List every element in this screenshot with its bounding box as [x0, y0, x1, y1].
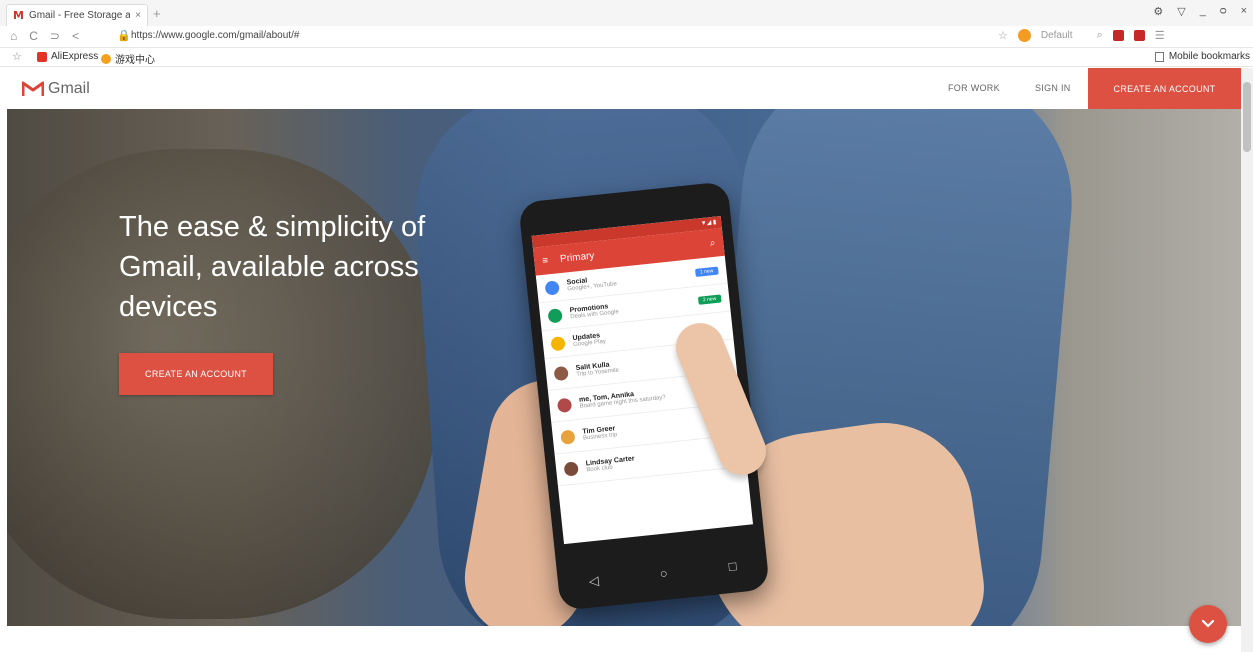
phone-row-avatar-icon	[550, 335, 566, 351]
bookmarks-bar: ☆ AliExpress 游戏中心 Mobile bookmarks	[0, 48, 1253, 67]
search-icon[interactable]: ⌕	[1097, 29, 1103, 42]
chevron-down-icon	[1201, 619, 1215, 628]
browser-tab[interactable]: M Gmail - Free Storage an ×	[6, 4, 148, 26]
extensions: ⌕ ☰	[1097, 29, 1165, 42]
aliexpress-icon	[37, 51, 47, 62]
close-window-button[interactable]: ×	[1241, 5, 1247, 18]
phone-recent-icon: □	[727, 558, 738, 575]
phone-search-icon: ⌕	[709, 237, 716, 249]
home-icon[interactable]: ⌂	[10, 29, 17, 43]
extension-red-icon[interactable]	[1112, 30, 1124, 41]
shield-icon[interactable]: ▽	[1177, 5, 1185, 18]
phone-row-avatar-icon	[544, 279, 560, 296]
gmail-header: Gmail FOR WORK SIGN IN CREATE AN ACCOUNT	[0, 68, 1241, 109]
bookmark-star-icon[interactable]: ☆	[998, 29, 1008, 42]
mobile-bookmarks[interactable]: Mobile bookmarks	[1154, 51, 1250, 62]
gmail-m-icon	[22, 81, 44, 96]
phone-row-text: Promotions Deals with Google	[569, 295, 690, 320]
hamburger-icon: ≡	[541, 254, 549, 267]
bookmark-game-center[interactable]: 游戏中心	[101, 51, 155, 66]
gmail-logo-text: Gmail	[48, 80, 90, 97]
hero-section: ▼◢ ▮ ≡ Primary ⌕ Social Google+, YouTube 1…	[7, 109, 1241, 626]
bookmarks-star-icon[interactable]: ☆	[12, 50, 22, 63]
extension-red-icon-2[interactable]	[1133, 30, 1145, 41]
bookmark-label: 游戏中心	[115, 55, 155, 66]
restore-button[interactable]: ᴑ	[1220, 5, 1227, 18]
hero-title: The ease & simplicity of Gmail, availabl…	[119, 211, 426, 323]
sign-in-link[interactable]: SIGN IN	[1035, 83, 1071, 93]
mobile-bookmarks-label: Mobile bookmarks	[1168, 51, 1250, 62]
lock-icon: 🔒	[117, 30, 131, 42]
new-tab-button[interactable]: +	[153, 6, 161, 21]
game-center-icon	[101, 53, 111, 64]
folder-icon	[1154, 51, 1164, 62]
bookmark-label: AliExpress	[51, 51, 99, 62]
search-engine-dot-icon[interactable]	[1017, 29, 1031, 42]
phone-row-avatar-icon	[556, 397, 573, 413]
phone-row-avatar-icon	[563, 460, 579, 477]
gmail-favicon-icon: M	[13, 9, 24, 22]
address-bar-tools: ☆ Default ⌕ ☰	[998, 29, 1165, 42]
scroll-down-button[interactable]	[1189, 605, 1227, 643]
create-account-button-header[interactable]: CREATE AN ACCOUNT	[1088, 68, 1241, 109]
phone-back-icon: ◁	[587, 572, 600, 589]
create-account-button-hero[interactable]: CREATE AN ACCOUNT	[119, 353, 273, 395]
phone-row-badge: 2 new	[697, 293, 722, 305]
gmail-logo[interactable]: Gmail	[22, 80, 90, 98]
minimize-button[interactable]: _	[1200, 5, 1206, 18]
scrollbar-thumb[interactable]	[1243, 82, 1251, 152]
tab-close-icon[interactable]: ×	[135, 10, 141, 21]
phone-row-text: Social Google+, YouTube	[566, 267, 687, 292]
extension-icon[interactable]: ⚙	[1153, 5, 1163, 18]
phone-home-icon: ○	[659, 565, 669, 582]
for-work-link[interactable]: FOR WORK	[948, 83, 1000, 93]
phone-row-avatar-icon	[553, 365, 569, 381]
phone-nav-keys: ◁ ○ □	[557, 555, 768, 593]
page-scrollbar[interactable]	[1241, 68, 1253, 652]
window-controls: ⚙ ▽ _ ᴑ ×	[1153, 5, 1247, 18]
browser-tabbar: M Gmail - Free Storage an × + ⚙ ▽ _ ᴑ ×	[0, 0, 1253, 26]
menu-icon[interactable]: ☰	[1155, 29, 1165, 42]
search-engine-label[interactable]: Default	[1041, 30, 1073, 41]
bookmark-aliexpress[interactable]: AliExpress	[37, 51, 98, 62]
address-bar-row: ⌂ C ⊃ < 🔒 https://www.google.com/gmail/a…	[0, 26, 1253, 48]
forward-icon[interactable]: ⊃	[50, 29, 60, 43]
phone-row-avatar-icon	[560, 428, 576, 445]
nav-buttons: ⌂ C ⊃ <	[10, 29, 79, 43]
tab-title: Gmail - Free Storage an	[28, 10, 131, 21]
back-icon[interactable]: <	[72, 29, 79, 43]
phone-row-badge: 1 new	[694, 266, 719, 277]
phone-appbar-title: Primary	[559, 249, 595, 265]
url-field[interactable]: https://www.google.com/gmail/about/#	[131, 30, 299, 41]
phone-row-avatar-icon	[547, 307, 563, 324]
reload-icon[interactable]: C	[29, 29, 38, 43]
